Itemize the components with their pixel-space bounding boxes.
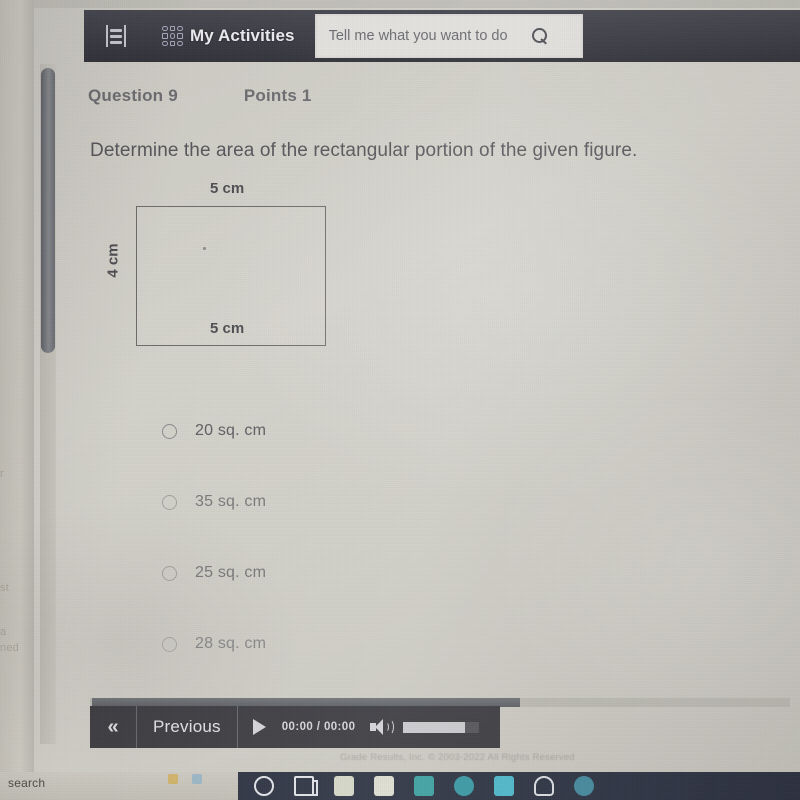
radio-button-icon[interactable] xyxy=(162,636,177,652)
apps-grid-icon[interactable] xyxy=(162,25,183,47)
browser-icon[interactable] xyxy=(574,776,594,796)
question-points: Points 1 xyxy=(243,86,312,105)
answer-option-2[interactable]: 35 sq. cm xyxy=(162,487,682,517)
question-header: Question 9 Points 1 xyxy=(88,86,312,106)
answer-option-label[interactable]: 35 sq. cm xyxy=(195,493,266,511)
answer-option-4[interactable]: 28 sq. cm xyxy=(162,629,682,659)
figure-left-dimension-label: 4 cm xyxy=(104,243,122,278)
off-screen-page-edge xyxy=(0,0,34,772)
edge-text-fragment-1: r xyxy=(0,468,4,480)
figure-bottom-dimension-label: 5 cm xyxy=(210,320,245,337)
task-view-icon[interactable] xyxy=(294,776,318,796)
previous-button[interactable]: Previous xyxy=(137,717,237,737)
player-toolbar: « Previous 00:00 / 00:00 xyxy=(90,706,500,748)
radio-button-icon[interactable] xyxy=(162,423,177,439)
edge-text-fragment-3: a xyxy=(0,626,7,638)
answer-option-label[interactable]: 28 sq. cm xyxy=(195,635,266,653)
quiz-content: Question 9 Points 1 Determine the area o… xyxy=(62,64,800,694)
answer-option-label[interactable]: 20 sq. cm xyxy=(195,422,266,440)
screen-photo: r st a ned My Activities Question 9 Poin… xyxy=(0,0,800,800)
calendar-icon[interactable] xyxy=(374,776,394,796)
answer-option-label[interactable]: 25 sq. cm xyxy=(195,564,266,582)
play-icon[interactable] xyxy=(238,706,282,748)
taskbar-system-tray xyxy=(698,772,800,800)
headphones-icon[interactable] xyxy=(534,776,554,796)
edge-text-fragment-4: ned xyxy=(0,642,19,654)
volume-slider[interactable] xyxy=(403,721,480,733)
figure-speck xyxy=(203,247,206,250)
volume-slider-fill xyxy=(403,721,466,733)
question-prompt: Determine the area of the rectangular po… xyxy=(90,140,638,161)
mail-icon[interactable] xyxy=(414,776,434,796)
tray-icon-warning[interactable] xyxy=(168,774,178,784)
answer-option-1[interactable]: 20 sq. cm xyxy=(162,416,682,446)
copyright-footer: Grade Results, Inc. © 2003-2022 All Righ… xyxy=(340,752,575,763)
search-icon[interactable] xyxy=(529,26,549,46)
top-navigation-bar: My Activities xyxy=(84,10,800,62)
answer-options-list: 20 sq. cm 35 sq. cm 25 sq. cm 28 sq. cm xyxy=(162,416,682,700)
taskbar-search-label[interactable]: search xyxy=(8,776,45,790)
file-explorer-icon[interactable] xyxy=(334,776,354,796)
radio-button-icon[interactable] xyxy=(162,565,177,581)
app-icon[interactable] xyxy=(494,776,514,796)
cortana-circle-icon[interactable] xyxy=(254,776,274,796)
tray-icon-app[interactable] xyxy=(192,774,202,784)
question-figure: 5 cm 4 cm 5 cm xyxy=(102,180,382,360)
tell-me-search-box[interactable] xyxy=(314,14,583,58)
taskbar-icon-strip xyxy=(238,772,698,800)
search-input[interactable] xyxy=(314,28,527,44)
double-chevron-left-icon[interactable]: « xyxy=(90,706,136,748)
figure-top-dimension-label: 5 cm xyxy=(210,180,245,197)
taskbar-tray-icons xyxy=(168,774,202,784)
radio-button-icon[interactable] xyxy=(162,494,177,510)
list-menu-icon[interactable] xyxy=(106,25,126,47)
edge-text-fragment-2: st xyxy=(0,582,9,594)
edge-browser-icon[interactable] xyxy=(454,776,474,796)
answer-option-3[interactable]: 25 sq. cm xyxy=(162,558,682,588)
my-activities-title[interactable]: My Activities xyxy=(190,26,295,46)
vertical-scrollbar-thumb[interactable] xyxy=(41,68,55,353)
speaker-volume-icon[interactable] xyxy=(369,717,395,737)
playback-time: 00:00 / 00:00 xyxy=(281,721,356,733)
question-number: Question 9 xyxy=(88,86,178,105)
